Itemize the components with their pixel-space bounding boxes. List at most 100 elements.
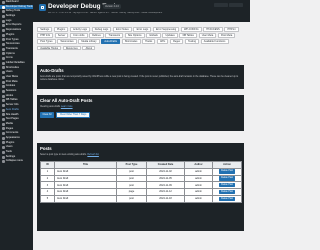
- tab[interactable]: PHP Info: [37, 33, 54, 38]
- delete-post-button[interactable]: Delete Post: [218, 196, 236, 202]
- tab[interactable]: User Meta: [198, 33, 217, 38]
- tab[interactable]: Available Hooks: [37, 45, 62, 51]
- cell-title: Auto Draft: [54, 194, 117, 203]
- section-description: Clearing auto-drafts Learn more: [40, 106, 241, 109]
- cell-post-type: post: [116, 167, 147, 176]
- menu-item-icon: [1, 146, 5, 150]
- menu-item-icon: [1, 52, 5, 56]
- section-title: Posts: [40, 146, 52, 151]
- cell-author: admin: [184, 167, 213, 176]
- menu-item-icon: [1, 155, 5, 159]
- clear-older-button[interactable]: Clear Older Than 7 Days: [56, 112, 90, 118]
- cell-post-type: post: [116, 181, 147, 190]
- delete-post-button[interactable]: Delete Post: [218, 169, 236, 174]
- menu-item-icon: [1, 75, 5, 79]
- header-links: [213, 3, 243, 7]
- tab[interactable]: Post Meta: [217, 33, 236, 38]
- sidebar-item[interactable]: Collapse menu: [0, 159, 33, 164]
- cell-action: Delete Post: [212, 188, 242, 196]
- tab[interactable]: Globals: [146, 33, 161, 38]
- menu-item-icon: [1, 0, 5, 4]
- tab[interactable]: Post Types: [37, 39, 56, 45]
- tab[interactable]: Transients: [105, 33, 124, 38]
- menu-item-icon: [1, 103, 5, 107]
- tab[interactable]: HTACCESS: [203, 27, 223, 32]
- admin-sidebar: Dashboard Developer Debug Tools Debug Tool…: [0, 0, 33, 250]
- tab[interactable]: Shortcodes: [121, 39, 141, 45]
- cell-id: 5: [40, 194, 55, 203]
- tab[interactable]: Settings: [37, 27, 53, 32]
- tab[interactable]: Updates: [162, 33, 178, 38]
- tab[interactable]: Error Logs: [133, 27, 152, 32]
- tab[interactable]: APIs: [156, 39, 169, 45]
- cell-action: Delete Post: [212, 174, 242, 183]
- tab[interactable]: Error Suppressing: [152, 27, 180, 32]
- menu-item-icon: [1, 10, 5, 14]
- tab[interactable]: Auto-Drafts: [101, 39, 121, 45]
- tab[interactable]: Resources: [62, 45, 81, 51]
- tab[interactable]: Available Functions: [200, 39, 229, 45]
- refresh-link[interactable]: Refresh list: [87, 154, 99, 156]
- tab[interactable]: Media Library: [78, 39, 100, 45]
- tab[interactable]: Error Notes: [112, 27, 132, 32]
- tab[interactable]: Hooks: [141, 39, 156, 45]
- menu-item-icon: [1, 43, 5, 47]
- cell-id: 3: [40, 181, 55, 190]
- menu-item-icon: [1, 61, 5, 65]
- cell-id: 1: [40, 167, 55, 176]
- menu-item-icon: [1, 99, 5, 103]
- description-text: Select a post type to view existing auto…: [40, 154, 88, 156]
- menu-item-icon: [1, 113, 5, 117]
- tab[interactable]: PHP.ini: [224, 27, 239, 32]
- tab[interactable]: Activity Logs: [69, 27, 91, 32]
- tab[interactable]: Plugins: [53, 27, 69, 32]
- menu-item-icon: [1, 141, 5, 145]
- menu-item-icon: [1, 66, 5, 70]
- delete-post-button[interactable]: Delete Post: [218, 176, 236, 181]
- clear-buttons: Clear All Clear Older Than 7 Days: [40, 112, 241, 118]
- cell-post-type: post: [116, 194, 147, 203]
- environment-info: WP 6.7.1 · PHP 8.2.12 · MySQL 8.0.30 · S…: [48, 11, 163, 14]
- menu-item-icon: [1, 136, 5, 140]
- tab[interactable]: About: [82, 45, 96, 51]
- table-row: 3 Auto Draft post 2024-11-09 admin Delete Pos…: [40, 181, 242, 190]
- posts-table: ID Title Post Type Created Date Author A…: [40, 161, 242, 203]
- table-row: 1 Auto Draft post 2024-11-02 admin Delete Pos…: [40, 167, 242, 176]
- menu-item-icon: [1, 28, 5, 32]
- clear-all-button[interactable]: Clear All: [40, 112, 54, 118]
- learn-more-link[interactable]: Learn more: [61, 106, 73, 108]
- plugin-logo-icon: [39, 4, 46, 11]
- header-link[interactable]: [229, 3, 243, 7]
- cell-author: admin: [184, 174, 213, 183]
- tab[interactable]: Defines: [89, 33, 104, 38]
- posts-panel: Posts Select a post type to view existin…: [37, 143, 244, 231]
- tab-grid: Settings Plugins Activity Logs Debug Logs Er…: [37, 27, 244, 51]
- tab[interactable]: DB Tables: [179, 33, 198, 38]
- tab[interactable]: Debug Logs: [91, 27, 112, 32]
- delete-post-button[interactable]: Delete Post: [218, 182, 236, 188]
- menu-item-icon: [1, 71, 5, 75]
- tab[interactable]: Site Options: [124, 33, 145, 38]
- cell-date: 2024-11-05: [146, 174, 185, 183]
- tab[interactable]: Cron Jobs: [69, 33, 88, 38]
- cell-id: 2: [40, 174, 55, 183]
- cell-date: 2024-11-09: [146, 181, 185, 190]
- clear-auto-drafts-panel: Clear All Auto-Draft Posts Clearing auto…: [37, 95, 244, 131]
- delete-post-button[interactable]: Delete Post: [218, 189, 236, 195]
- menu-item-icon: [1, 38, 5, 42]
- tab[interactable]: Taxonomies: [57, 39, 77, 45]
- description-text: Clearing auto-drafts: [40, 106, 61, 108]
- menu-item-icon: [1, 5, 5, 9]
- cell-title: Auto Draft: [54, 167, 117, 176]
- menu-item-icon: [1, 150, 5, 154]
- menu-item-icon: [1, 132, 5, 136]
- header-link[interactable]: [213, 3, 228, 7]
- tab[interactable]: WP-CONFIG: [180, 27, 202, 32]
- tab[interactable]: Regex: [169, 39, 184, 45]
- tab[interactable]: Testing: [184, 39, 200, 45]
- menu-item-icon: [1, 14, 5, 18]
- cell-author: admin: [184, 188, 213, 196]
- cell-title: Auto Draft: [54, 174, 117, 183]
- tab[interactable]: Server: [54, 33, 69, 38]
- cell-action: Delete Post: [212, 194, 242, 203]
